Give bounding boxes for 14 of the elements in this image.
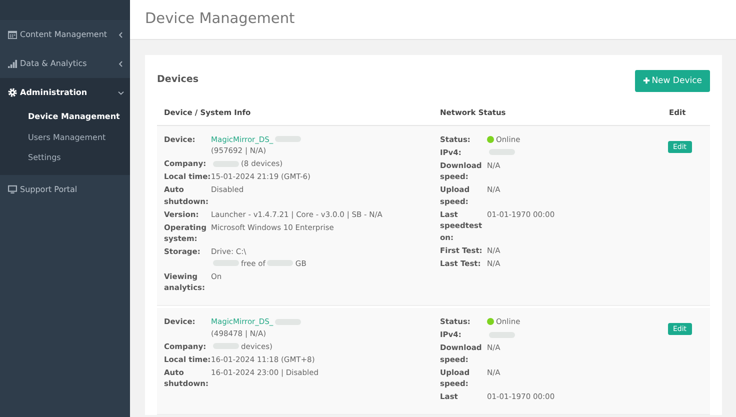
sidebar-subitem[interactable]: Settings bbox=[0, 148, 130, 168]
sidebar-item[interactable]: Content Management bbox=[0, 20, 130, 49]
sidebar-item[interactable]: Administration bbox=[0, 78, 130, 107]
calendar-icon bbox=[8, 30, 17, 39]
sidebar-item[interactable]: Data & Analytics bbox=[0, 49, 130, 78]
monitor-icon bbox=[8, 184, 17, 194]
sidebar-subitem[interactable]: Device Management bbox=[0, 107, 130, 128]
gear-icon bbox=[8, 88, 17, 97]
page-title: Device Management bbox=[145, 11, 295, 28]
card-title: Devices bbox=[157, 74, 199, 84]
plus-icon bbox=[642, 77, 650, 84]
sidebar-item[interactable]: Support Portal bbox=[0, 174, 130, 204]
signal-bars-icon bbox=[8, 59, 17, 68]
sidebar-subitem[interactable]: Users Management bbox=[0, 128, 130, 148]
